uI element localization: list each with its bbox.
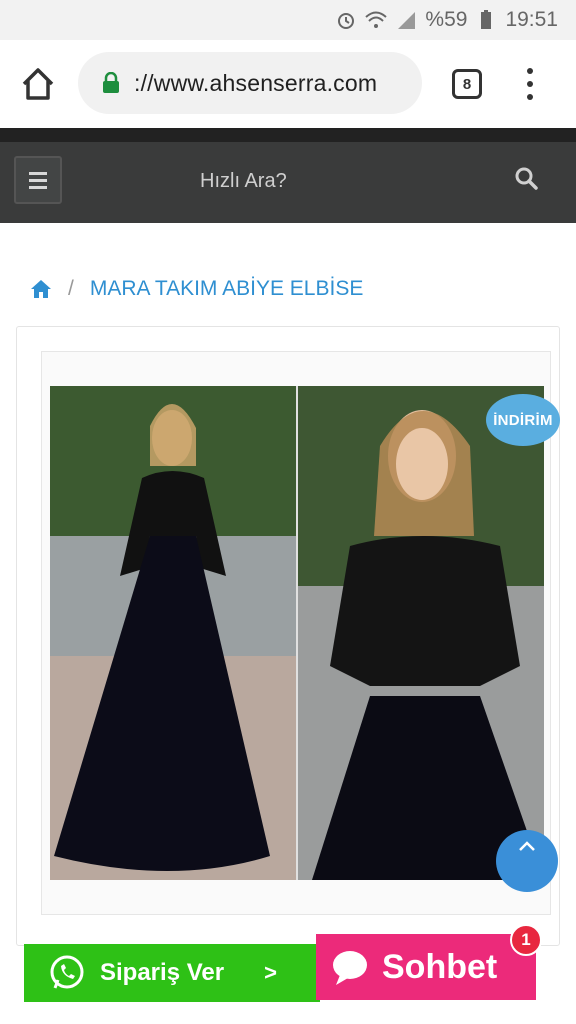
- alarm-icon: [335, 9, 357, 31]
- breadcrumb-current[interactable]: MARA TAKIM ABİYE ELBİSE: [90, 277, 364, 301]
- clock: 19:51: [505, 8, 558, 31]
- whatsapp-order-label: Sipariş Ver: [100, 959, 225, 986]
- home-icon: [22, 68, 54, 100]
- scroll-to-top-button[interactable]: [496, 830, 558, 892]
- product-photo-image: [50, 386, 544, 880]
- breadcrumb-separator: /: [68, 277, 74, 300]
- breadcrumb: / MARA TAKIM ABİYE ELBİSE: [30, 274, 363, 304]
- whatsapp-icon: [50, 955, 84, 989]
- home-button[interactable]: [18, 64, 58, 104]
- product-photo[interactable]: [50, 386, 544, 880]
- dot-icon: [527, 68, 533, 74]
- whatsapp-arrow: >: [264, 960, 277, 985]
- menu-bar-icon: [29, 178, 47, 182]
- menu-toggle-button[interactable]: [14, 156, 62, 204]
- chevron-up-icon: [519, 841, 535, 851]
- chat-label: Sohbet: [382, 947, 498, 986]
- lock-icon: [103, 72, 119, 93]
- chat-bubble-icon: [333, 951, 367, 985]
- search-input[interactable]: Hızlı Ara?: [200, 170, 287, 193]
- home-icon[interactable]: [30, 279, 52, 299]
- status-bar: %59 19:51: [0, 0, 576, 40]
- battery-percent: %59: [425, 8, 468, 31]
- dot-icon: [527, 81, 533, 87]
- tab-switcher-button[interactable]: 8: [452, 69, 482, 99]
- signal-icon: [395, 9, 417, 31]
- discount-badge: İNDİRİM: [486, 394, 560, 446]
- product-card: İNDİRİM: [16, 326, 560, 946]
- chat-notification-badge: 1: [510, 924, 542, 956]
- menu-bar-icon: [29, 185, 47, 189]
- address-bar[interactable]: ://www.ahsenserra.com: [78, 52, 422, 114]
- dot-icon: [527, 94, 533, 100]
- whatsapp-order-button[interactable]: Sipariş Ver >: [24, 944, 320, 1002]
- browser-menu-button[interactable]: [520, 64, 540, 104]
- chat-button[interactable]: Sohbet: [316, 934, 536, 1000]
- browser-toolbar: ://www.ahsenserra.com 8: [0, 40, 576, 128]
- product-image-frame[interactable]: İNDİRİM: [41, 351, 560, 915]
- menu-bar-icon: [29, 171, 47, 175]
- url-text: ://www.ahsenserra.com: [134, 69, 378, 96]
- site-header: Hızlı Ara?: [0, 128, 576, 223]
- search-icon[interactable]: [514, 166, 540, 192]
- wifi-icon: [365, 9, 388, 31]
- battery-icon: [475, 9, 497, 31]
